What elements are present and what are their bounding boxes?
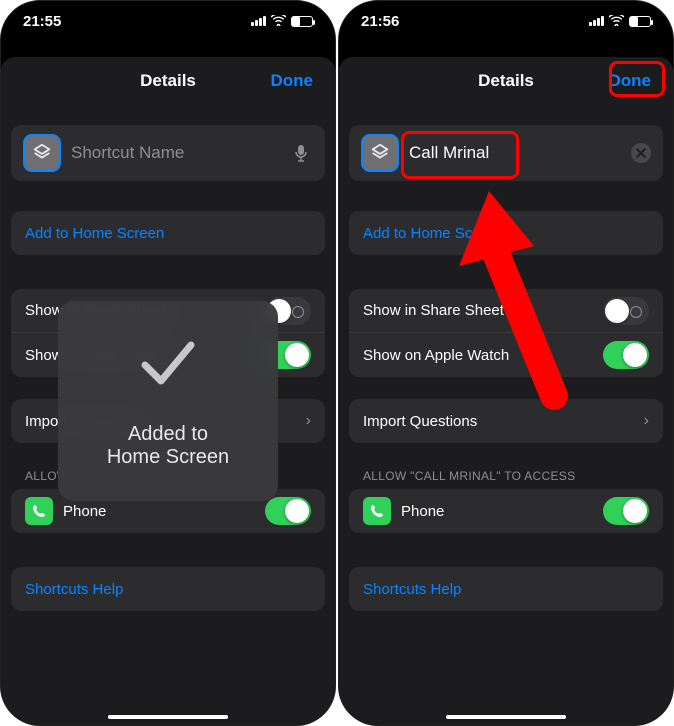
shortcuts-help-button[interactable]: Shortcuts Help [11,567,325,611]
share-sheet-toggle[interactable] [603,297,649,325]
wifi-icon [609,14,624,29]
added-to-home-screen-toast: Added to Home Screen [58,301,278,501]
shortcut-app-icon[interactable] [361,134,399,172]
sheet-header: Details Done [11,57,325,105]
status-time: 21:55 [23,13,61,30]
status-time: 21:56 [361,13,399,30]
clear-text-icon[interactable] [631,143,651,163]
details-sheet: Details Done Call Mrinal Add to Home Scr… [339,57,673,725]
allow-phone-row[interactable]: Phone [349,489,663,533]
status-bar: 21:56 [339,1,673,41]
battery-icon [629,16,651,27]
allow-section-header: ALLOW "CALL MRINAL" TO ACCESS [363,469,663,483]
phone-screenshot-right: 21:56 Details Done Call Mrinal [338,0,674,726]
done-button[interactable]: Done [605,57,656,105]
phone-access-toggle[interactable] [603,497,649,525]
add-to-home-screen-button[interactable]: Add to Home Screen [11,211,325,255]
sheet-title: Details [140,71,196,91]
sheet-header: Details Done [349,57,663,105]
chevron-right-icon: › [644,412,649,430]
phone-screenshot-left: 21:55 Details Done Shortcut Name [0,0,336,726]
checkmark-icon [133,333,203,407]
apple-watch-toggle[interactable] [603,341,649,369]
battery-icon [291,16,313,27]
show-in-share-sheet-row[interactable]: Show in Share Sheet [349,289,663,333]
sheet-title: Details [478,71,534,91]
done-button[interactable]: Done [267,57,318,105]
phone-app-icon [25,497,53,525]
cellular-signal-icon [589,16,604,26]
shortcut-app-icon[interactable] [23,134,61,172]
wifi-icon [271,14,286,29]
chevron-right-icon: › [306,412,311,430]
toast-line1: Added to [128,423,208,446]
cellular-signal-icon [251,16,266,26]
shortcut-name-input[interactable]: Call Mrinal [409,143,621,163]
status-icons [589,14,651,29]
show-on-apple-watch-row[interactable]: Show on Apple Watch [349,333,663,377]
status-bar: 21:55 [1,1,335,41]
shortcut-name-input[interactable]: Shortcut Name [71,143,279,163]
dictate-icon[interactable] [289,141,313,165]
home-indicator[interactable] [446,715,566,719]
shortcut-name-row[interactable]: Shortcut Name [11,125,325,181]
status-icons [251,14,313,29]
shortcut-name-row[interactable]: Call Mrinal [349,125,663,181]
phone-access-toggle[interactable] [265,497,311,525]
add-to-home-screen-button[interactable]: Add to Home Screen [349,211,663,255]
import-questions-row[interactable]: Import Questions › [349,399,663,443]
phone-app-icon [363,497,391,525]
home-indicator[interactable] [108,715,228,719]
toast-line2: Home Screen [107,446,229,469]
shortcuts-help-button[interactable]: Shortcuts Help [349,567,663,611]
